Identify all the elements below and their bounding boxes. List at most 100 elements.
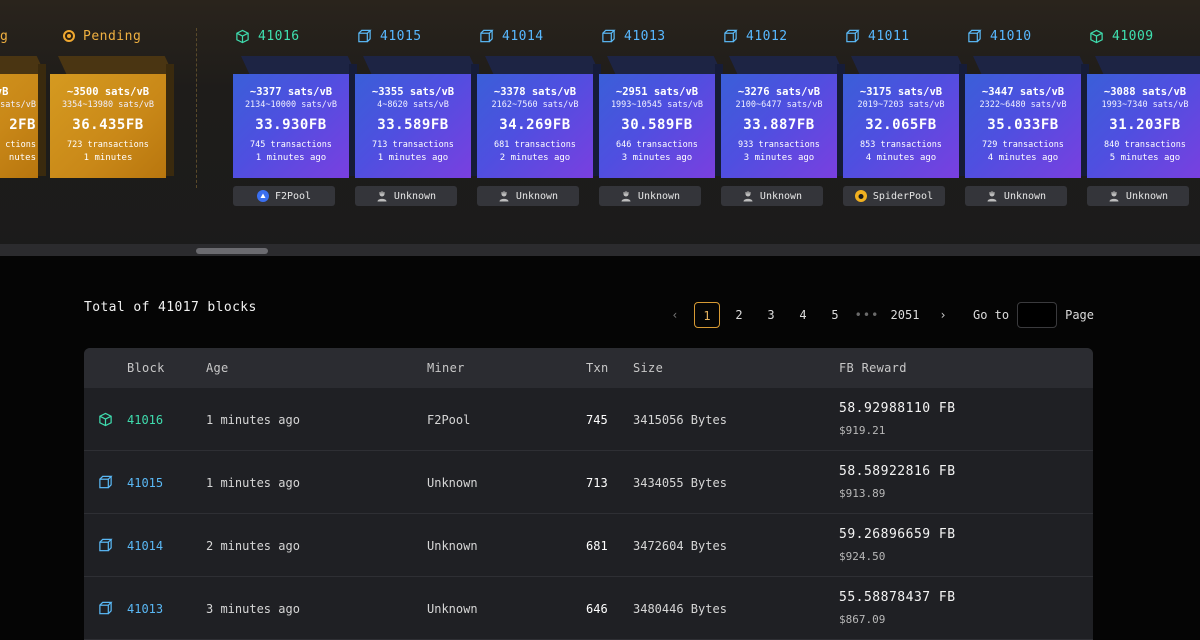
fee-estimate: ~3377 sats/vB	[249, 86, 333, 98]
header-age: Age	[206, 361, 229, 375]
block-card[interactable]: 41013 ~2951 sats/vB 1993~10545 sats/vB 30.5…	[599, 0, 723, 240]
block-height[interactable]: 41009	[1112, 29, 1154, 44]
goto-page-input[interactable]	[1017, 302, 1058, 328]
unknown-miner-icon	[620, 190, 632, 202]
block-cube[interactable]: ~3276 sats/vB 2100~6477 sats/vB 33.887FB 93…	[721, 56, 845, 178]
pending-cube[interactable]: ~ sats/vB sats/vB 2FB ctions nutes	[0, 56, 46, 178]
block-age: 1 minutes ago	[206, 475, 300, 490]
miner-badge[interactable]: Unknown	[477, 186, 579, 206]
page-button-4[interactable]: 4	[787, 302, 819, 328]
cube-outline-icon	[357, 29, 372, 44]
block-card[interactable]: 41014 ~3378 sats/vB 2162~7560 sats/vB 34.26…	[477, 0, 601, 240]
block-age: nutes	[8, 153, 36, 163]
cube-green-icon	[98, 388, 113, 451]
block-height[interactable]: 41010	[990, 29, 1032, 44]
pending-cube[interactable]: ~3500 sats/vB 3354~13980 sats/vB 36.435F…	[50, 56, 174, 178]
block-cube[interactable]: ~3378 sats/vB 2162~7560 sats/vB 34.269FB 68…	[477, 56, 601, 178]
miner-name: Unknown	[393, 190, 437, 202]
block-card-header[interactable]: 41015	[357, 26, 422, 46]
pending-label: g	[0, 28, 9, 44]
block-link[interactable]: 41013	[127, 577, 163, 640]
pending-header-partial: g	[0, 26, 8, 46]
cube-outline-icon	[98, 514, 113, 577]
f2pool-icon	[256, 190, 269, 202]
block-card[interactable]: 41010 ~3447 sats/vB 2322~6480 sats/vB 35.03…	[965, 0, 1089, 240]
pending-dot-icon	[63, 30, 75, 42]
fee-estimate: ~ sats/vB	[0, 86, 9, 98]
page-button-last[interactable]: 2051	[883, 308, 927, 322]
block-card-header[interactable]: 41012	[723, 26, 788, 46]
reward-usd: $924.50	[839, 549, 886, 563]
page-button-5[interactable]: 5	[819, 302, 851, 328]
block-card-header[interactable]: 41010	[967, 26, 1032, 46]
miner-badge[interactable]: Unknown	[1087, 186, 1189, 206]
miner-badge[interactable]: Unknown	[721, 186, 823, 206]
block-height[interactable]: 41015	[380, 29, 422, 44]
block-link[interactable]: 41014	[127, 514, 163, 577]
header-txn: Txn	[586, 361, 609, 375]
miner-badge[interactable]: Unknown	[965, 186, 1067, 206]
block-height[interactable]: 41012	[746, 29, 788, 44]
header-block: Block	[127, 361, 165, 375]
block-age: 1 minutes	[83, 153, 133, 163]
block-size: 2FB	[9, 117, 36, 133]
pending-label: Pending	[83, 28, 142, 44]
cube-outline-icon	[98, 577, 113, 640]
block-cube[interactable]: ~3377 sats/vB 2134~10000 sats/vB 33.930FB 7…	[233, 56, 357, 178]
block-cube[interactable]: ~3447 sats/vB 2322~6480 sats/vB 35.033FB 72…	[965, 56, 1089, 178]
block-height[interactable]: 41011	[868, 29, 910, 44]
block-card-header[interactable]: 41013	[601, 26, 666, 46]
block-cube[interactable]: ~2951 sats/vB 1993~10545 sats/vB 30.589FB 6…	[599, 56, 723, 178]
table-row[interactable]: 41014 2 minutes ago Unknown 681 3472604 Byte…	[84, 514, 1093, 577]
pending-block-column[interactable]: Pending ~3500 sats/vB 3354~13980 sats/vB…	[50, 0, 174, 240]
tx-count: 853 transactions	[860, 140, 942, 150]
miner-badge[interactable]: Unknown	[599, 186, 701, 206]
table-row[interactable]: 41013 3 minutes ago Unknown 646 3480446 Byte…	[84, 577, 1093, 640]
block-link[interactable]: 41015	[127, 451, 163, 514]
pending-block-column-partial[interactable]: g ~ sats/vB sats/vB 2FB ctions nutes	[0, 0, 46, 240]
block-card-header[interactable]: 41016	[235, 26, 300, 46]
block-size: 36.435FB	[72, 117, 144, 133]
table-row[interactable]: 41016 1 minutes ago F2Pool 745 3415056 Bytes…	[84, 388, 1093, 451]
block-card-header[interactable]: 41009	[1089, 26, 1154, 46]
unknown-miner-icon	[498, 190, 510, 202]
miner-name: F2Pool	[274, 190, 312, 202]
miner-badge[interactable]: F2Pool	[233, 186, 335, 206]
block-height[interactable]: 41013	[624, 29, 666, 44]
block-cube[interactable]: ~3175 sats/vB 2019~7203 sats/vB 32.065FB 85…	[843, 56, 967, 178]
page-button-1[interactable]: 1	[693, 302, 720, 328]
table-body: 41016 1 minutes ago F2Pool 745 3415056 Bytes…	[84, 388, 1093, 640]
miner-badge[interactable]: SpiderPool	[843, 186, 945, 206]
tx-count: 646 transactions	[616, 140, 698, 150]
fee-range: 2100~6477 sats/vB	[735, 100, 823, 110]
table-row[interactable]: 41015 1 minutes ago Unknown 713 3434055 Byte…	[84, 451, 1093, 514]
block-card[interactable]: 41016 ~3377 sats/vB 2134~10000 sats/vB 33.9…	[233, 0, 357, 240]
block-card-header[interactable]: 41014	[479, 26, 544, 46]
block-card[interactable]: 41011 ~3175 sats/vB 2019~7203 sats/vB 32.06…	[843, 0, 967, 240]
block-card[interactable]: 41015 ~3355 sats/vB 4~8620 sats/vB 33.589FB…	[355, 0, 479, 240]
more-pages-ellipsis[interactable]: •••	[851, 308, 883, 322]
block-link[interactable]: 41016	[127, 388, 163, 451]
block-card-header[interactable]: 41011	[845, 26, 910, 46]
cube-green-icon	[235, 29, 250, 44]
next-page-button[interactable]: ›	[927, 308, 959, 322]
page-button-3[interactable]: 3	[755, 302, 787, 328]
block-height[interactable]: 41016	[258, 29, 300, 44]
block-cube[interactable]: ~3088 sats/vB 1993~7340 sats/vB 31.203FB 84…	[1087, 56, 1200, 178]
miner-badge[interactable]: Unknown	[355, 186, 457, 206]
unknown-miner-icon	[742, 190, 754, 202]
page-button-2[interactable]: 2	[723, 302, 755, 328]
block-size: 34.269FB	[499, 117, 571, 133]
block-cube[interactable]: ~3355 sats/vB 4~8620 sats/vB 33.589FB 713 t…	[355, 56, 479, 178]
block-height[interactable]: 41014	[502, 29, 544, 44]
cube-outline-icon	[479, 29, 494, 44]
cube-green-icon	[1089, 29, 1104, 44]
block-card[interactable]: 41012 ~3276 sats/vB 2100~6477 sats/vB 33.88…	[721, 0, 845, 240]
strip-scrollbar-thumb[interactable]	[196, 248, 268, 254]
block-miner: Unknown	[427, 601, 478, 616]
strip-scrollbar-track[interactable]	[0, 244, 1200, 256]
cube-outline-icon	[845, 29, 860, 44]
block-card[interactable]: 41009 ~3088 sats/vB 1993~7340 sats/vB 31.20…	[1087, 0, 1200, 240]
prev-page-button[interactable]: ‹	[659, 308, 691, 322]
block-size: 33.887FB	[743, 117, 815, 133]
